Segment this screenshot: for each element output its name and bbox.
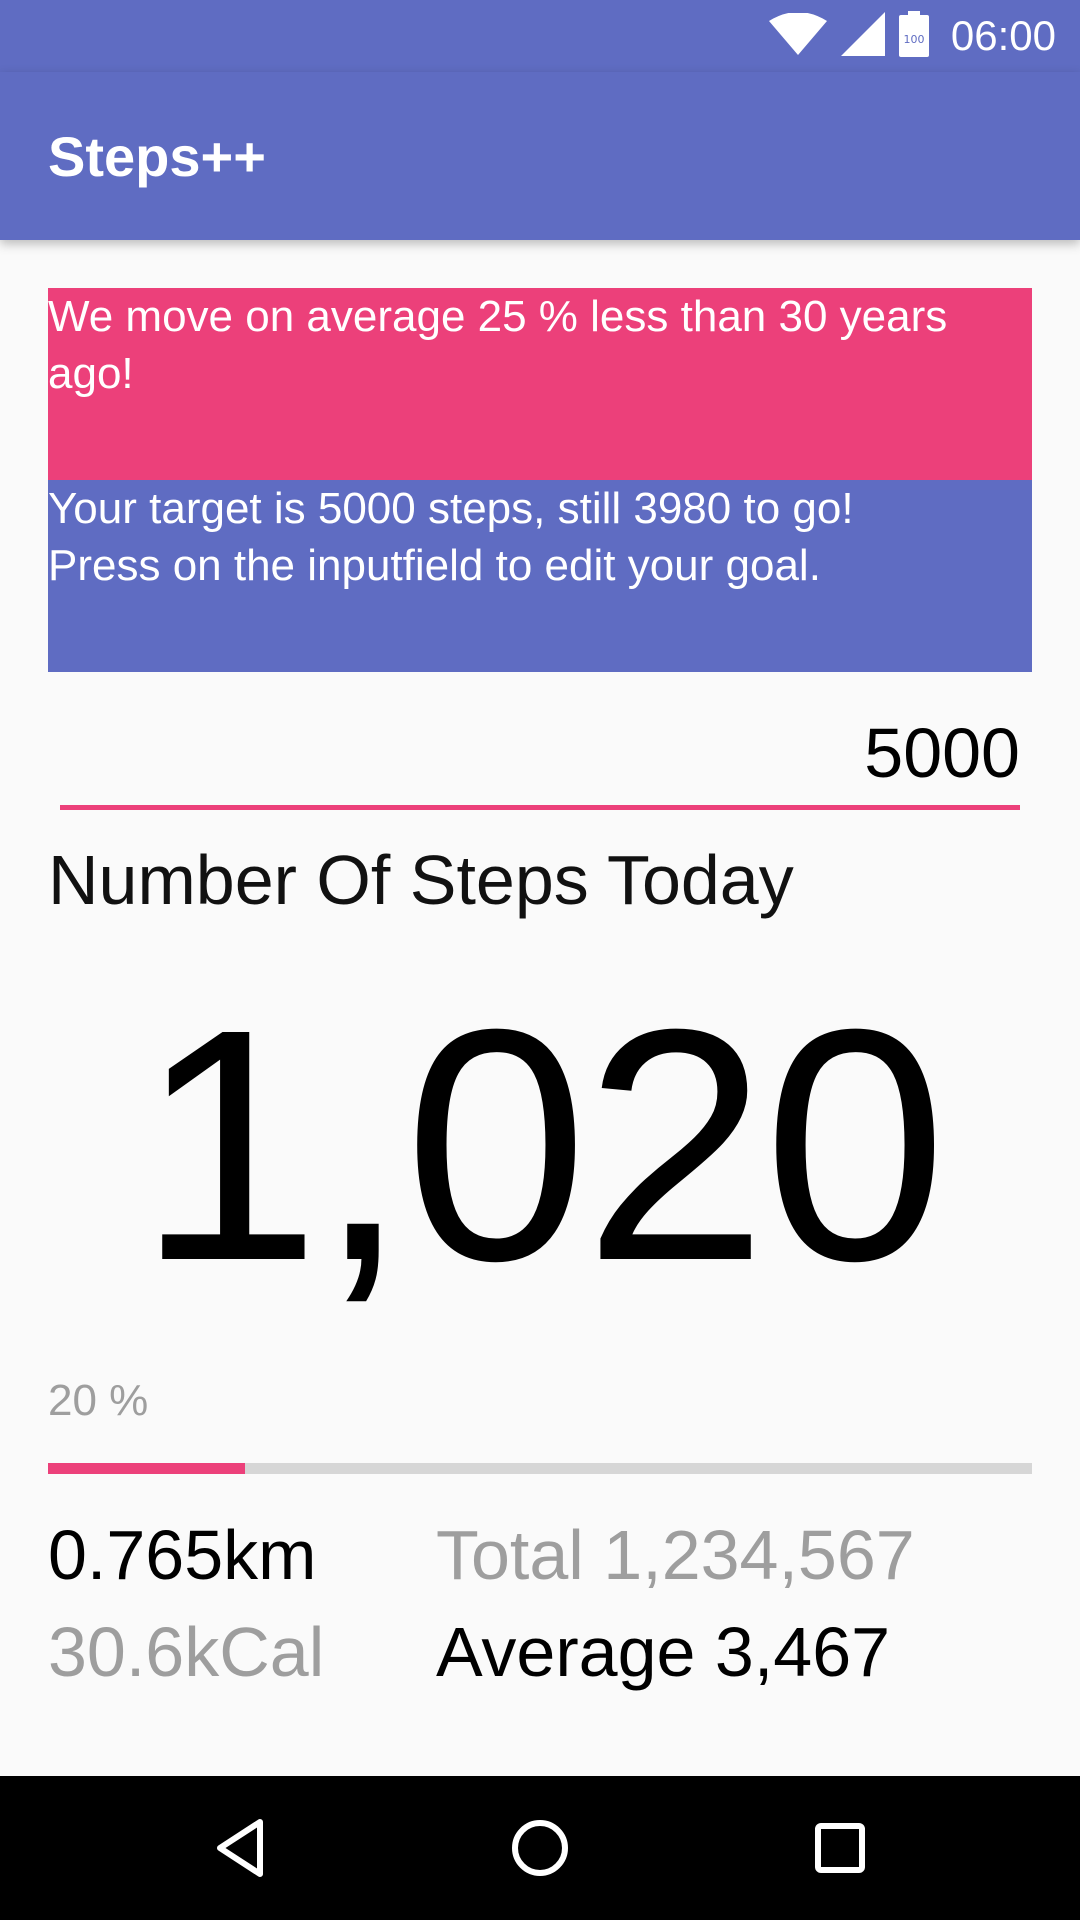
steps-count: 1,020 bbox=[137, 960, 947, 1329]
clock: 06:00 bbox=[950, 12, 1056, 59]
back-icon[interactable] bbox=[204, 1812, 276, 1884]
fact-card: We move on average 25 % less than 30 yea… bbox=[48, 288, 1032, 480]
home-icon[interactable] bbox=[504, 1812, 576, 1884]
progress-percent: 20 % bbox=[48, 1376, 149, 1425]
app-title: Steps++ bbox=[48, 125, 266, 188]
app-bar: Steps++ bbox=[0, 72, 1080, 240]
progress-fill bbox=[48, 1463, 245, 1474]
progress-bar bbox=[48, 1463, 1032, 1474]
battery-level: 100 bbox=[903, 33, 924, 46]
calories-value: 30.6kCal bbox=[48, 1613, 325, 1691]
average-steps: Average 3,467 bbox=[436, 1613, 891, 1691]
wifi-icon bbox=[768, 12, 827, 59]
signal-icon bbox=[840, 12, 885, 60]
target-text: Your target is 5000 steps, still 3980 to… bbox=[48, 484, 854, 590]
recents-icon[interactable] bbox=[804, 1812, 876, 1884]
distance-value: 0.765km bbox=[48, 1516, 317, 1594]
target-card: Your target is 5000 steps, still 3980 to… bbox=[48, 480, 1032, 672]
goal-input[interactable] bbox=[60, 700, 1020, 810]
status-bar: 100 06:00 bbox=[0, 0, 1080, 72]
navigation-bar bbox=[0, 1776, 1080, 1920]
total-steps: Total 1,234,567 bbox=[436, 1516, 915, 1594]
steps-heading: Number Of Steps Today bbox=[48, 841, 794, 919]
fact-text: We move on average 25 % less than 30 yea… bbox=[48, 292, 948, 398]
battery-icon: 100 bbox=[898, 11, 929, 61]
